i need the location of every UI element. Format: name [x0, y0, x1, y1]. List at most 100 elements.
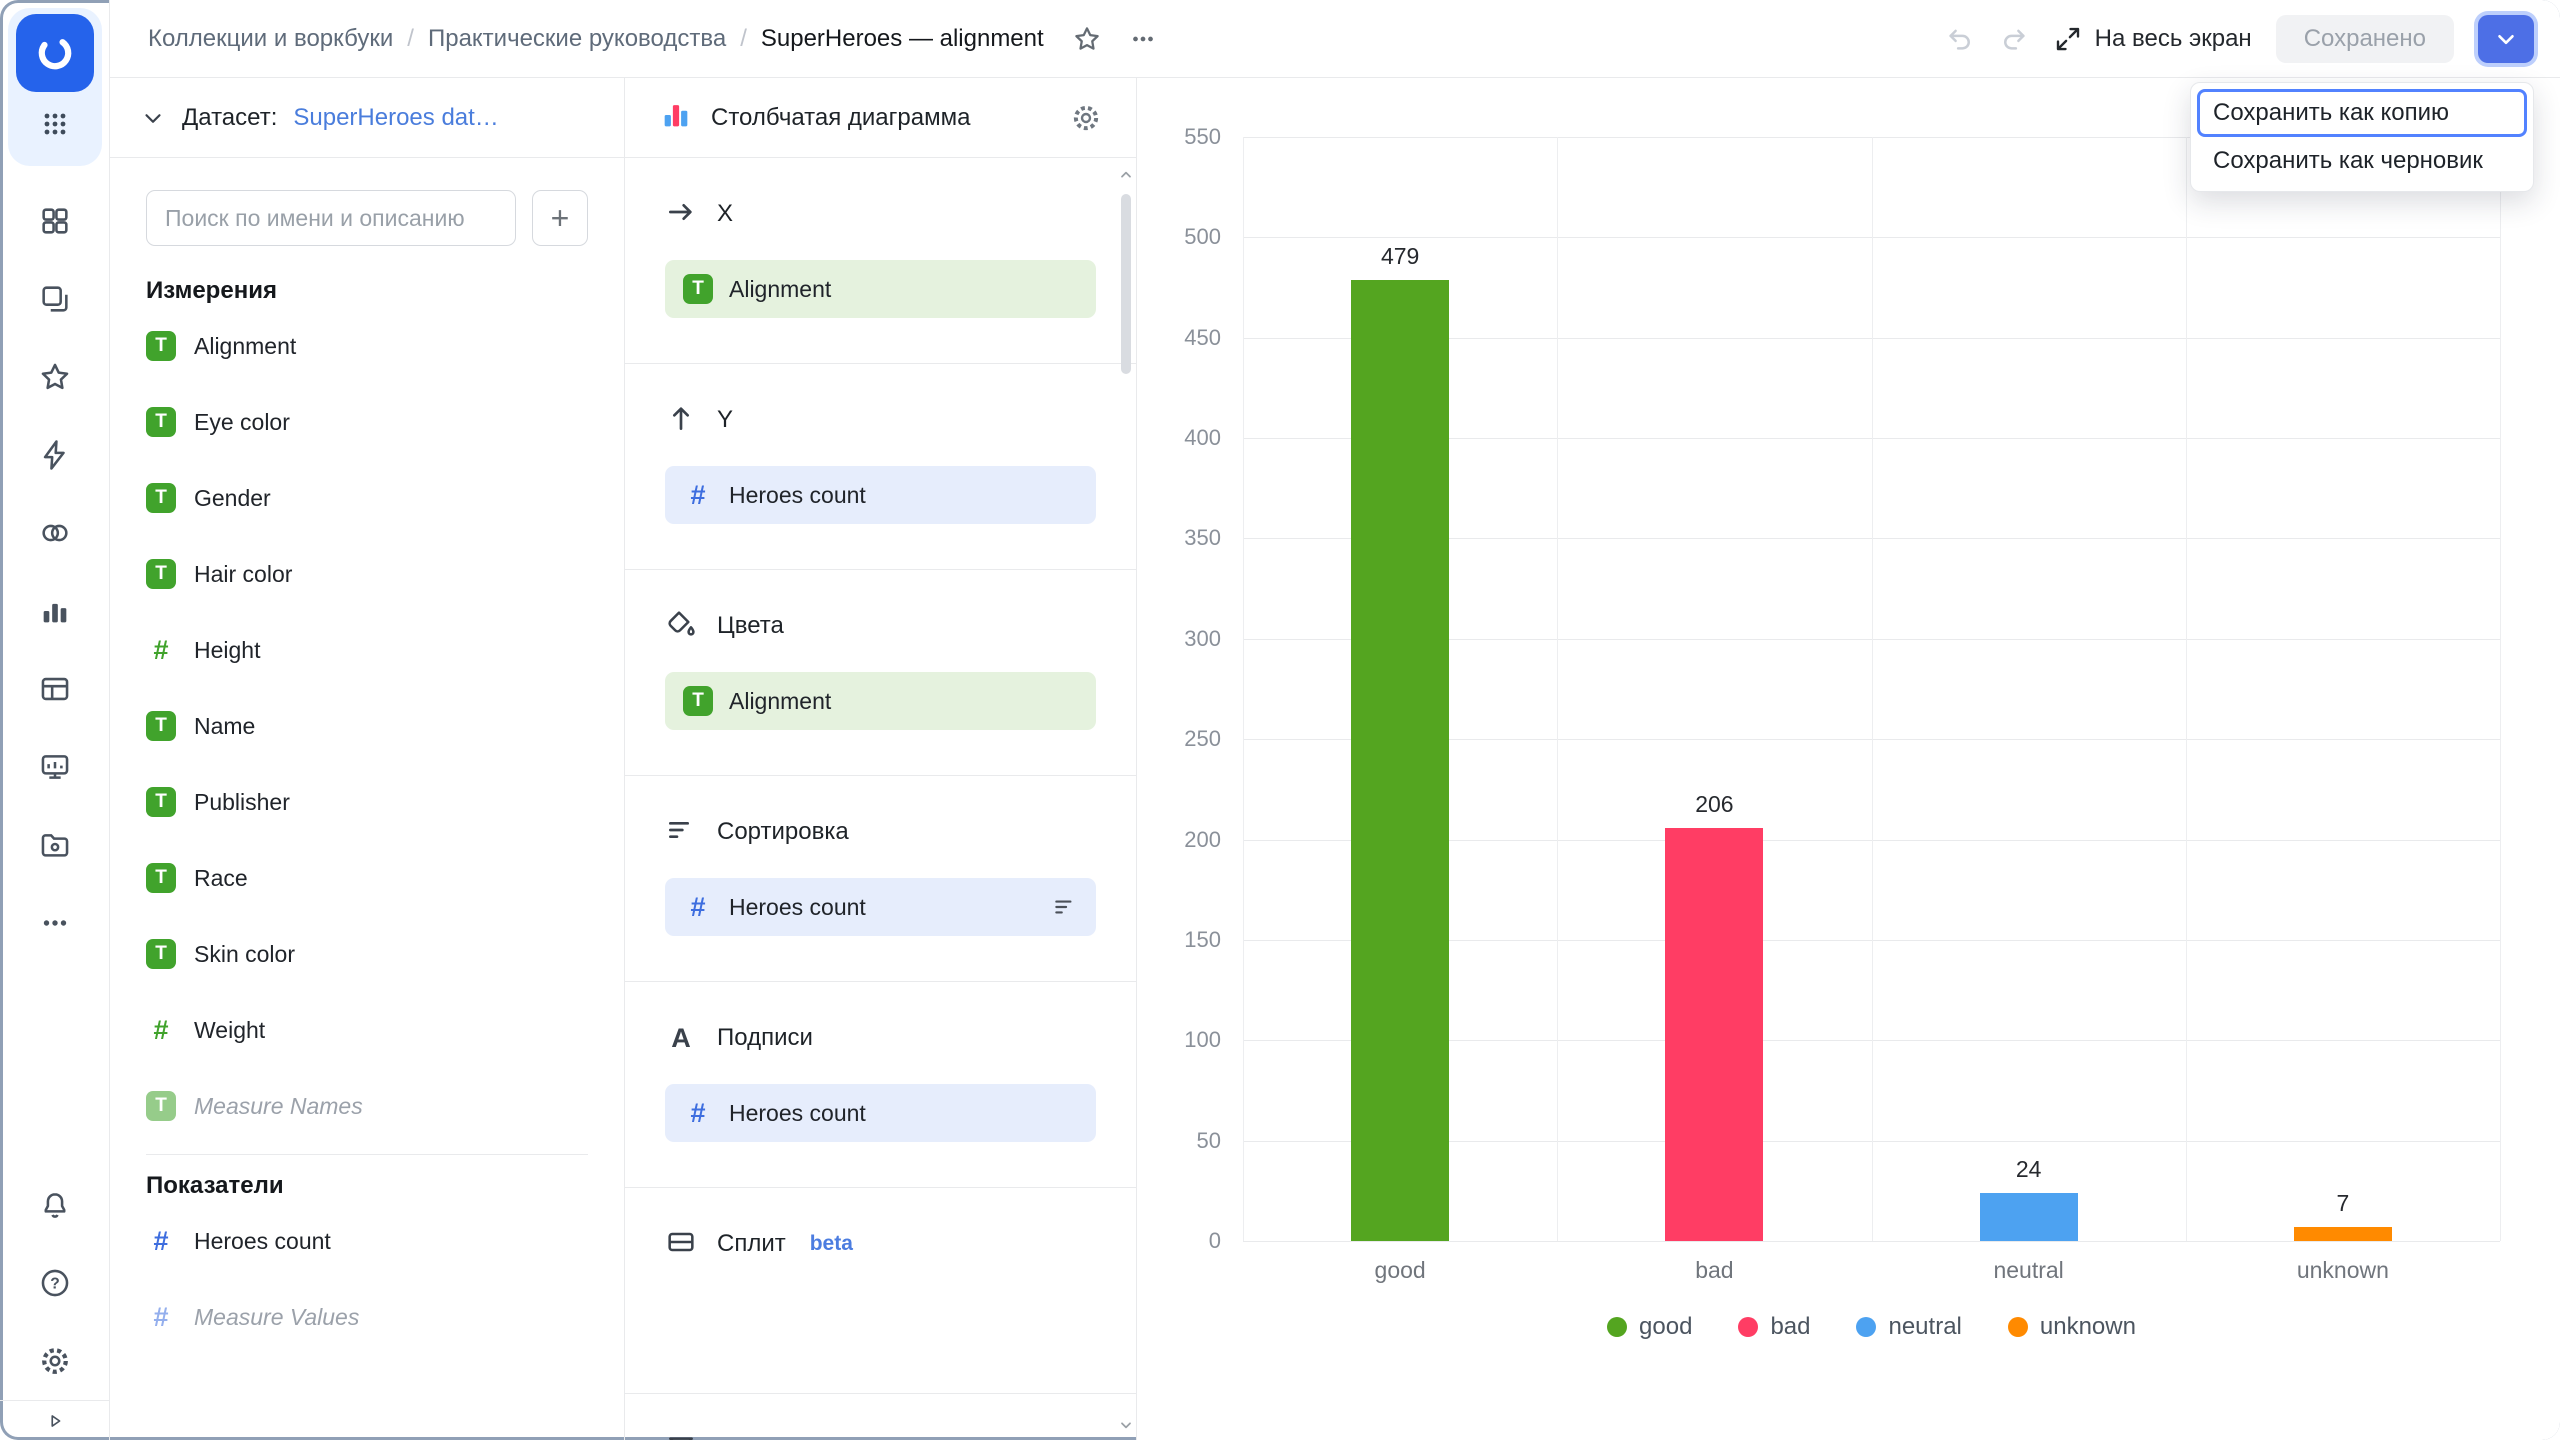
dataset-panel: Датасет: SuperHeroes dat… + Измерения TA… [110, 78, 625, 1440]
y-axis-icon [665, 402, 697, 439]
dataset-name-link[interactable]: SuperHeroes dat… [293, 104, 498, 132]
more-actions-icon[interactable] [1128, 24, 1158, 54]
breadcrumb-guides[interactable]: Практические руководства [428, 25, 726, 53]
bar-cell: 206 [1557, 137, 1871, 1241]
field-label: Gender [194, 485, 271, 512]
gridline [2500, 137, 2501, 1241]
chart-settings-gear-icon[interactable] [1070, 102, 1102, 134]
chart-type-icon[interactable] [659, 98, 693, 137]
config-scrollbar[interactable] [1118, 164, 1134, 1436]
legend-item[interactable]: unknown [2008, 1313, 2136, 1341]
breadcrumb-collections[interactable]: Коллекции и воркбуки [148, 25, 393, 53]
field-row[interactable]: #Height [146, 612, 588, 688]
fullscreen-button[interactable]: На весь экран [2053, 24, 2252, 54]
collections-icon[interactable] [0, 260, 109, 338]
field-row[interactable]: #Heroes count [146, 1203, 588, 1279]
datalens-logo[interactable] [16, 14, 94, 92]
bar-unknown[interactable] [2294, 1227, 2392, 1241]
breadcrumb-separator: / [740, 25, 747, 53]
chip-label: Alignment [729, 688, 831, 715]
field-chip-heroes-count[interactable]: # Heroes count [665, 1084, 1096, 1142]
field-row[interactable]: TSkin color [146, 916, 588, 992]
field-row[interactable]: TName [146, 688, 588, 764]
undo-icon[interactable] [1945, 24, 1975, 54]
field-chip-alignment[interactable]: T Alignment [665, 260, 1096, 318]
help-icon[interactable]: ? [0, 1244, 109, 1322]
y-tick-label: 200 [1184, 827, 1221, 853]
number-field-icon: # [683, 480, 713, 511]
legend-item[interactable]: bad [1738, 1313, 1810, 1341]
scrollbar-thumb[interactable] [1121, 194, 1131, 374]
apps-grid-icon[interactable] [8, 92, 102, 156]
bar-neutral[interactable] [1980, 1193, 2078, 1241]
text-field-icon: T [683, 274, 713, 304]
breadcrumb: Коллекции и воркбуки / Практические руко… [148, 25, 1044, 53]
field-chip-alignment[interactable]: T Alignment [665, 672, 1096, 730]
text-field-icon: T [146, 331, 176, 361]
legend-dot [1738, 1317, 1758, 1337]
field-row[interactable]: TGender [146, 460, 588, 536]
bar-value-label: 7 [2186, 1190, 2500, 1217]
bar-good[interactable] [1351, 280, 1449, 1241]
y-tick-label: 300 [1184, 626, 1221, 652]
more-services-icon[interactable] [0, 884, 109, 962]
menu-item-save-draft[interactable]: Сохранить как черновик [2197, 137, 2527, 185]
datasets-icon[interactable] [0, 650, 109, 728]
bar-cell: 7 [2186, 137, 2500, 1241]
chart-area: 050100150200250300350400450500550 479206… [1137, 78, 2560, 1440]
field-row[interactable]: TAlignment [146, 308, 588, 384]
text-field-icon: T [146, 711, 176, 741]
legend-label: good [1639, 1313, 1692, 1341]
collapse-dataset-icon[interactable] [140, 105, 166, 131]
paint-bucket-icon [665, 608, 697, 645]
gridline [1243, 1241, 2500, 1242]
connections-icon[interactable] [0, 494, 109, 572]
storage-icon[interactable] [0, 806, 109, 884]
field-row[interactable]: TMeasure Names [146, 1068, 588, 1144]
field-row[interactable]: T Race [146, 840, 588, 916]
scrollbar-track[interactable] [1118, 186, 1134, 1414]
scroll-up-icon[interactable] [1118, 164, 1134, 186]
redo-icon[interactable] [1999, 24, 2029, 54]
legend-item[interactable]: neutral [1856, 1313, 1961, 1341]
field-row[interactable]: TPublisher [146, 764, 588, 840]
field-row[interactable]: #Weight [146, 992, 588, 1068]
left-rail: ? [0, 0, 110, 1440]
chart-plot: 479206247 [1243, 137, 2500, 1241]
page-title: SuperHeroes — alignment [761, 25, 1044, 53]
settings-icon[interactable] [0, 1322, 109, 1400]
section-title: X [717, 200, 733, 228]
number-field-icon: # [146, 635, 176, 666]
field-row[interactable]: THair color [146, 536, 588, 612]
field-label: Race [194, 865, 248, 892]
monitoring-icon[interactable] [0, 728, 109, 806]
text-field-icon: T [146, 787, 176, 817]
save-options-button[interactable] [2478, 15, 2534, 63]
measures-list: #Heroes count#Measure Values [146, 1203, 588, 1355]
scroll-down-icon[interactable] [1118, 1414, 1134, 1436]
legend-label: bad [1770, 1313, 1810, 1341]
saved-button[interactable]: Сохранено [2276, 15, 2454, 63]
field-chip-heroes-count[interactable]: # Heroes count [665, 466, 1096, 524]
bar-bad[interactable] [1665, 828, 1763, 1241]
add-field-button[interactable]: + [532, 190, 588, 246]
expand-panel-icon[interactable] [0, 1400, 109, 1440]
sort-order-icon[interactable] [1052, 894, 1078, 920]
notifications-icon[interactable] [0, 1166, 109, 1244]
charts-icon[interactable] [0, 572, 109, 650]
app-window: ? Коллекции и воркбуки / Практические ру… [0, 0, 2560, 1440]
chart-x-axis: goodbadneutralunknown [1243, 1257, 2500, 1284]
menu-item-save-copy[interactable]: Сохранить как копию [2197, 89, 2527, 137]
catalog-icon[interactable] [0, 182, 109, 260]
field-row[interactable]: TEye color [146, 384, 588, 460]
favorite-star-icon[interactable] [1072, 24, 1102, 54]
y-tick-label: 450 [1184, 325, 1221, 351]
legend-item[interactable]: good [1607, 1313, 1692, 1341]
text-field-icon: T [146, 863, 176, 893]
favorites-icon[interactable] [0, 338, 109, 416]
editor-icon[interactable] [0, 416, 109, 494]
field-chip-heroes-count[interactable]: # Heroes count [665, 878, 1096, 936]
field-row[interactable]: #Measure Values [146, 1279, 588, 1355]
y-tick-label: 50 [1197, 1128, 1221, 1154]
search-input[interactable] [146, 190, 516, 246]
